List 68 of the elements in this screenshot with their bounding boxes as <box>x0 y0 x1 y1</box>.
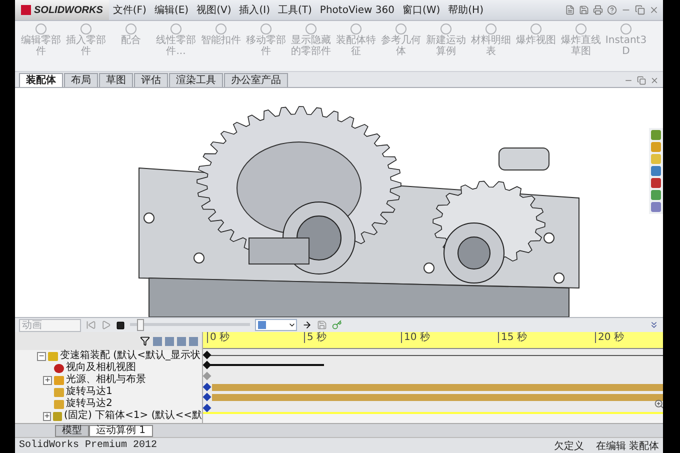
command-icon <box>619 23 633 35</box>
time-label: 20 秒 <box>595 332 663 343</box>
ribbon-tab[interactable]: 渲染工具 <box>169 73 223 87</box>
menu-item[interactable]: 插入(I) <box>235 3 274 17</box>
rewind-icon[interactable] <box>86 320 96 330</box>
horizontal-scrollbar[interactable] <box>203 412 663 424</box>
chevron-down-icon <box>288 321 296 329</box>
ribbon-tab[interactable]: 布局 <box>64 73 98 87</box>
command-icon <box>259 23 273 35</box>
command-icon <box>304 23 318 35</box>
edit-mode: 在编辑 装配体 <box>596 440 659 452</box>
command-icon <box>124 23 138 35</box>
menu-item[interactable]: 视图(V) <box>192 3 236 17</box>
close-icon[interactable] <box>650 76 659 85</box>
command-icon <box>439 23 453 35</box>
tree-item[interactable]: 视向及相机视图 <box>66 362 136 374</box>
tree-item[interactable]: 旋转马达2 <box>66 398 112 410</box>
menu-item[interactable]: 窗口(W) <box>398 3 444 17</box>
menu-item[interactable]: 工具(T) <box>274 3 316 17</box>
menu-item[interactable]: 帮助(H) <box>444 3 488 17</box>
playback-mode-dropdown[interactable] <box>255 319 297 331</box>
command-icon <box>394 23 408 35</box>
mode-icon <box>258 321 266 329</box>
study-tab[interactable]: 运动算例 1 <box>89 425 153 437</box>
filter-icon[interactable] <box>140 336 150 346</box>
ribbon-tab[interactable]: 装配体 <box>19 73 63 87</box>
command-icon <box>349 23 363 35</box>
zoom-fit-icon[interactable] <box>654 399 663 409</box>
new-file-icon[interactable] <box>565 5 575 15</box>
tree-item[interactable]: 变速箱装配 (默认<默认_显示状 <box>60 350 200 362</box>
tree-item[interactable]: (固定) 下箱体<1> (默认<<默 <box>64 410 202 422</box>
ribbon-tab[interactable]: 草图 <box>99 73 133 87</box>
arrow-icon[interactable] <box>302 320 312 330</box>
command-icon <box>169 23 183 35</box>
menu-item[interactable]: PhotoView 360 <box>316 4 398 16</box>
print-icon[interactable] <box>593 5 603 15</box>
time-label: 15 秒 <box>498 332 595 343</box>
restore-icon[interactable] <box>635 5 645 15</box>
command-icon <box>214 23 228 35</box>
menu-item[interactable]: 编辑(E) <box>150 3 193 17</box>
save-icon[interactable] <box>579 5 589 15</box>
stop-icon[interactable] <box>116 320 125 330</box>
command-icon <box>484 23 498 35</box>
menu-item[interactable]: 文件(F) <box>108 3 150 17</box>
app-logo: SOLIDWORKS <box>15 0 109 20</box>
tree-item[interactable]: 光源、相机与布景 <box>66 374 146 386</box>
play-icon[interactable] <box>101 320 111 330</box>
graphics-area[interactable] <box>15 88 663 317</box>
product-name: SolidWorks Premium 2012 <box>19 440 158 451</box>
key-icon[interactable] <box>332 320 342 330</box>
command-icon <box>34 23 48 35</box>
command-icon <box>79 23 93 35</box>
close-icon[interactable] <box>649 5 659 15</box>
help-icon[interactable] <box>607 5 617 15</box>
definition-status: 欠定义 <box>554 440 584 452</box>
tree-item[interactable]: 旋转马达1 <box>66 386 112 398</box>
ribbon-tab[interactable]: 评估 <box>134 73 168 87</box>
save-icon[interactable] <box>317 320 327 330</box>
command-icon <box>574 23 588 35</box>
ribbon-tab[interactable]: 办公室产品 <box>224 73 288 87</box>
study-tab[interactable]: 模型 <box>55 425 89 437</box>
time-label: 5 秒 <box>304 332 401 343</box>
restore-icon[interactable] <box>637 76 646 85</box>
command-icon <box>529 23 543 35</box>
time-label: 0 秒 <box>207 332 304 343</box>
slider-thumb[interactable] <box>136 319 144 331</box>
collapse-icon[interactable] <box>649 320 659 330</box>
time-label: 10 秒 <box>401 332 498 343</box>
